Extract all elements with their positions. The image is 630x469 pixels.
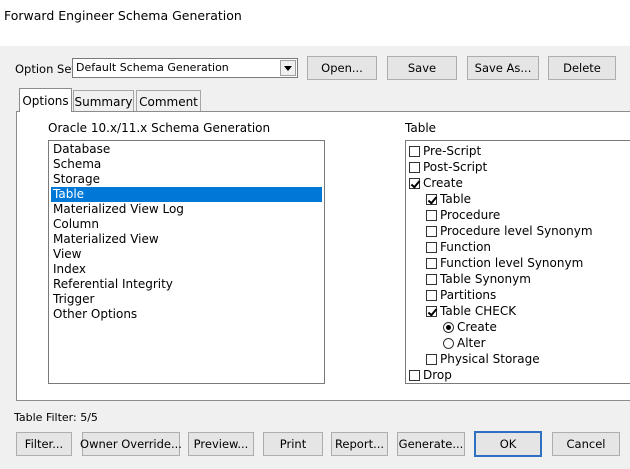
delete-button[interactable]: Delete (548, 56, 616, 80)
checkbox-icon[interactable] (409, 161, 420, 173)
checkbox-icon[interactable] (426, 241, 437, 253)
create-table-option[interactable]: Table (426, 191, 471, 207)
partitions-option[interactable]: Partitions (426, 287, 496, 303)
option-label: Create (423, 176, 463, 190)
list-item[interactable]: Referential Integrity (51, 277, 322, 292)
option-label: Procedure (440, 208, 501, 222)
procedure-option[interactable]: Procedure (426, 207, 500, 223)
check-alter-radio[interactable]: Alter (443, 335, 486, 351)
option-label: Function (440, 240, 492, 254)
filter-button[interactable]: Filter... (16, 432, 72, 456)
list-item[interactable]: Materialized View Log (51, 202, 322, 217)
checkbox-icon[interactable] (426, 257, 437, 269)
option-label: Physical Storage (440, 352, 540, 366)
table-filter-status: Table Filter: 5/5 (14, 411, 98, 424)
checkbox-icon[interactable] (426, 353, 437, 365)
bottom-strip (0, 463, 630, 469)
open-button[interactable]: Open... (307, 56, 377, 80)
list-item[interactable]: Database (51, 142, 322, 157)
cancel-button[interactable]: Cancel (552, 432, 620, 456)
checkbox-checked-icon[interactable] (426, 305, 437, 317)
checkbox-icon[interactable] (426, 273, 437, 285)
list-item[interactable]: Materialized View (51, 232, 322, 247)
procedure-synonym-option[interactable]: Procedure level Synonym (426, 223, 593, 239)
ok-button[interactable]: OK (474, 431, 542, 457)
tab-comment[interactable]: Comment (136, 90, 201, 112)
list-item[interactable]: View (51, 247, 322, 262)
checkbox-checked-icon[interactable] (426, 193, 437, 205)
tab-summary[interactable]: Summary (73, 90, 134, 112)
checkbox-icon[interactable] (426, 289, 437, 301)
table-synonym-option[interactable]: Table Synonym (426, 271, 531, 287)
create-option[interactable]: Create (409, 175, 463, 191)
tab-options[interactable]: Options (19, 88, 72, 114)
list-item[interactable]: Storage (51, 172, 322, 187)
checkbox-checked-icon[interactable] (409, 177, 420, 189)
function-option[interactable]: Function (426, 239, 491, 255)
list-item[interactable]: Schema (51, 157, 322, 172)
function-synonym-option[interactable]: Function level Synonym (426, 255, 583, 271)
option-label: Table (440, 192, 472, 206)
checkbox-icon[interactable] (426, 225, 437, 237)
checkbox-icon[interactable] (426, 209, 437, 221)
option-label: Partitions (440, 288, 497, 302)
option-set-value: Default Schema Generation (76, 61, 229, 74)
title-bar: Forward Engineer Schema Generation (0, 0, 630, 46)
pre-script-option[interactable]: Pre-Script (409, 143, 481, 159)
post-script-option[interactable]: Post-Script (409, 159, 487, 175)
option-set-dropdown[interactable]: Default Schema Generation (72, 58, 298, 78)
list-item[interactable]: Index (51, 262, 322, 277)
option-label: Drop (423, 368, 452, 382)
option-label: Alter (457, 336, 486, 350)
option-label: Pre-Script (423, 144, 482, 158)
radio-selected-icon[interactable] (443, 321, 454, 333)
chevron-down-icon[interactable] (280, 60, 296, 76)
left-panel-heading: Oracle 10.x/11.x Schema Generation (48, 121, 271, 135)
preview-button[interactable]: Preview... (188, 432, 254, 456)
option-label: Create (457, 320, 497, 334)
drop-option[interactable]: Drop (409, 367, 452, 383)
table-options-tree[interactable]: Pre-Script Post-Script Create Table Proc… (405, 140, 630, 384)
save-as-button[interactable]: Save As... (467, 56, 539, 80)
option-label: Table CHECK (440, 304, 517, 318)
option-label: Function level Synonym (440, 256, 584, 270)
generate-button[interactable]: Generate... (397, 432, 465, 456)
check-create-radio[interactable]: Create (443, 319, 497, 335)
option-label: Table Synonym (440, 272, 531, 286)
schema-category-list[interactable]: Database Schema Storage Table Materializ… (48, 140, 325, 384)
list-item[interactable]: Trigger (51, 292, 322, 307)
option-label: Post-Script (423, 160, 488, 174)
list-item-selected[interactable]: Table (51, 187, 322, 202)
checkbox-icon[interactable] (409, 369, 420, 381)
radio-icon[interactable] (443, 337, 454, 349)
list-item[interactable]: Other Options (51, 307, 322, 322)
owner-override-button[interactable]: Owner Override... (80, 432, 182, 456)
physical-storage-option[interactable]: Physical Storage (426, 351, 540, 367)
save-button[interactable]: Save (387, 56, 457, 80)
right-panel-heading: Table (405, 121, 437, 135)
table-check-option[interactable]: Table CHECK (426, 303, 516, 319)
checkbox-icon[interactable] (409, 145, 420, 157)
option-set-label: Option Set: (15, 62, 80, 76)
list-item[interactable]: Column (51, 217, 322, 232)
print-button[interactable]: Print (263, 432, 323, 456)
report-button[interactable]: Report... (331, 432, 388, 456)
option-label: Procedure level Synonym (440, 224, 593, 238)
window-title: Forward Engineer Schema Generation (4, 8, 242, 23)
